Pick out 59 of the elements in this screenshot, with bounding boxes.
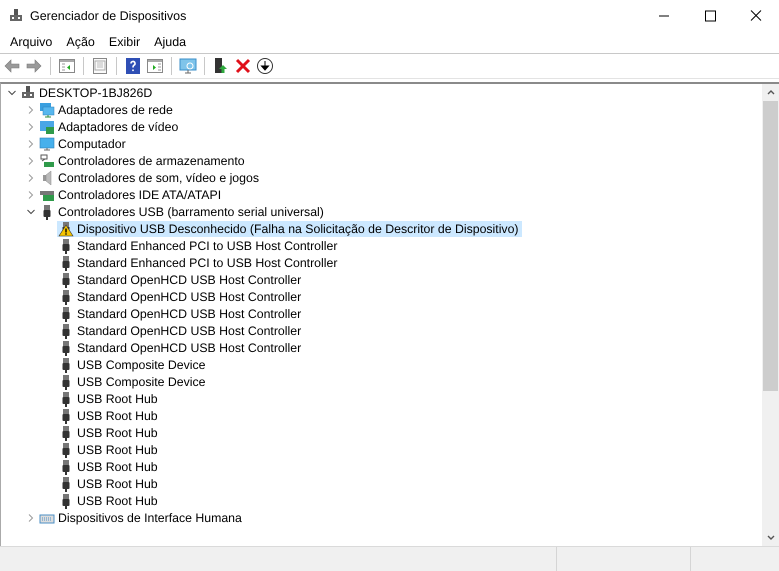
tree-item[interactable]: Standard OpenHCD USB Host Controller xyxy=(57,306,304,322)
network-icon xyxy=(39,102,55,118)
tree-item[interactable]: Controladores USB (barramento serial universal) xyxy=(38,204,327,220)
tree-item[interactable]: Standard OpenHCD USB Host Controller xyxy=(57,272,304,288)
menu-item[interactable]: Ação xyxy=(59,33,102,51)
delete-icon[interactable] xyxy=(234,57,252,75)
window-title: Gerenciador de Dispositivos xyxy=(30,8,186,22)
expand-chevron-icon[interactable] xyxy=(26,104,36,114)
tree-item[interactable]: USB Root Hub xyxy=(57,476,161,492)
tree-item[interactable]: Computador xyxy=(38,136,129,152)
expand-chevron-icon[interactable] xyxy=(26,138,36,148)
back-arrow-icon[interactable] xyxy=(3,57,21,75)
tree-item[interactable]: Standard OpenHCD USB Host Controller xyxy=(57,288,304,304)
action-pane-icon[interactable] xyxy=(146,57,164,75)
display-adapter-icon xyxy=(39,118,55,134)
tree-item[interactable]: Standard Enhanced PCI to USB Host Controller xyxy=(57,254,340,270)
computer-icon xyxy=(20,84,36,100)
tree-item[interactable]: Dispositivos de Interface Humana xyxy=(38,510,245,526)
tree-item[interactable]: Dispositivo USB Desconhecido (Falha na Solicitação de Descritor de Dispositivo) xyxy=(57,220,522,236)
device-manager-icon xyxy=(8,8,24,24)
tree-item[interactable]: Standard Enhanced PCI to USB Host Controller xyxy=(57,238,340,254)
tree-item[interactable]: USB Composite Device xyxy=(57,374,208,390)
tree-item[interactable]: USB Root Hub xyxy=(57,442,161,458)
collapse-chevron-icon[interactable] xyxy=(7,88,17,98)
console-tree-icon[interactable] xyxy=(58,57,76,75)
tree-item[interactable]: USB Root Hub xyxy=(57,492,161,508)
collapse-chevron-icon[interactable] xyxy=(26,206,36,216)
expand-chevron-icon[interactable] xyxy=(26,512,36,522)
forward-arrow-icon[interactable] xyxy=(25,57,43,75)
tree-item[interactable]: DESKTOP-1BJ826D xyxy=(19,84,156,100)
menu-item[interactable]: Ajuda xyxy=(147,33,194,51)
tree-item[interactable]: USB Root Hub xyxy=(57,424,161,440)
properties-icon[interactable] xyxy=(91,57,109,75)
tree-item[interactable]: USB Root Hub xyxy=(57,408,161,424)
expand-chevron-icon[interactable] xyxy=(26,172,36,182)
tree-item[interactable]: Adaptadores de vídeo xyxy=(38,118,182,134)
expand-chevron-icon[interactable] xyxy=(26,122,36,132)
tree-item[interactable]: USB Root Hub xyxy=(57,458,161,474)
download-icon[interactable] xyxy=(256,57,274,75)
tree-item[interactable]: Controladores de som, vídeo e jogos xyxy=(38,170,262,186)
tree-item[interactable]: Controladores IDE ATA/ATAPI xyxy=(38,186,224,202)
tree-item[interactable]: Adaptadores de rede xyxy=(38,102,176,118)
help-icon[interactable] xyxy=(124,57,142,75)
expand-chevron-icon[interactable] xyxy=(26,156,36,166)
update-driver-icon[interactable] xyxy=(212,57,230,75)
monitor-icon xyxy=(39,136,55,152)
vertical-scrollbar[interactable] xyxy=(762,84,779,546)
tree-item[interactable]: USB Composite Device xyxy=(57,356,208,372)
warning-icon xyxy=(58,220,74,236)
expand-chevron-icon[interactable] xyxy=(26,190,36,200)
storage-icon xyxy=(39,152,55,168)
tree-item[interactable]: USB Root Hub xyxy=(57,390,161,406)
tree-item[interactable]: Standard OpenHCD USB Host Controller xyxy=(57,340,304,356)
menu-item[interactable]: Exibir xyxy=(102,33,148,51)
scan-monitor-icon[interactable] xyxy=(179,57,197,75)
scroll-thumb[interactable] xyxy=(763,101,778,391)
tree-item[interactable]: Standard OpenHCD USB Host Controller xyxy=(57,322,304,338)
tree-item[interactable]: Controladores de armazenamento xyxy=(38,152,248,168)
menu-item[interactable]: Arquivo xyxy=(3,33,60,51)
